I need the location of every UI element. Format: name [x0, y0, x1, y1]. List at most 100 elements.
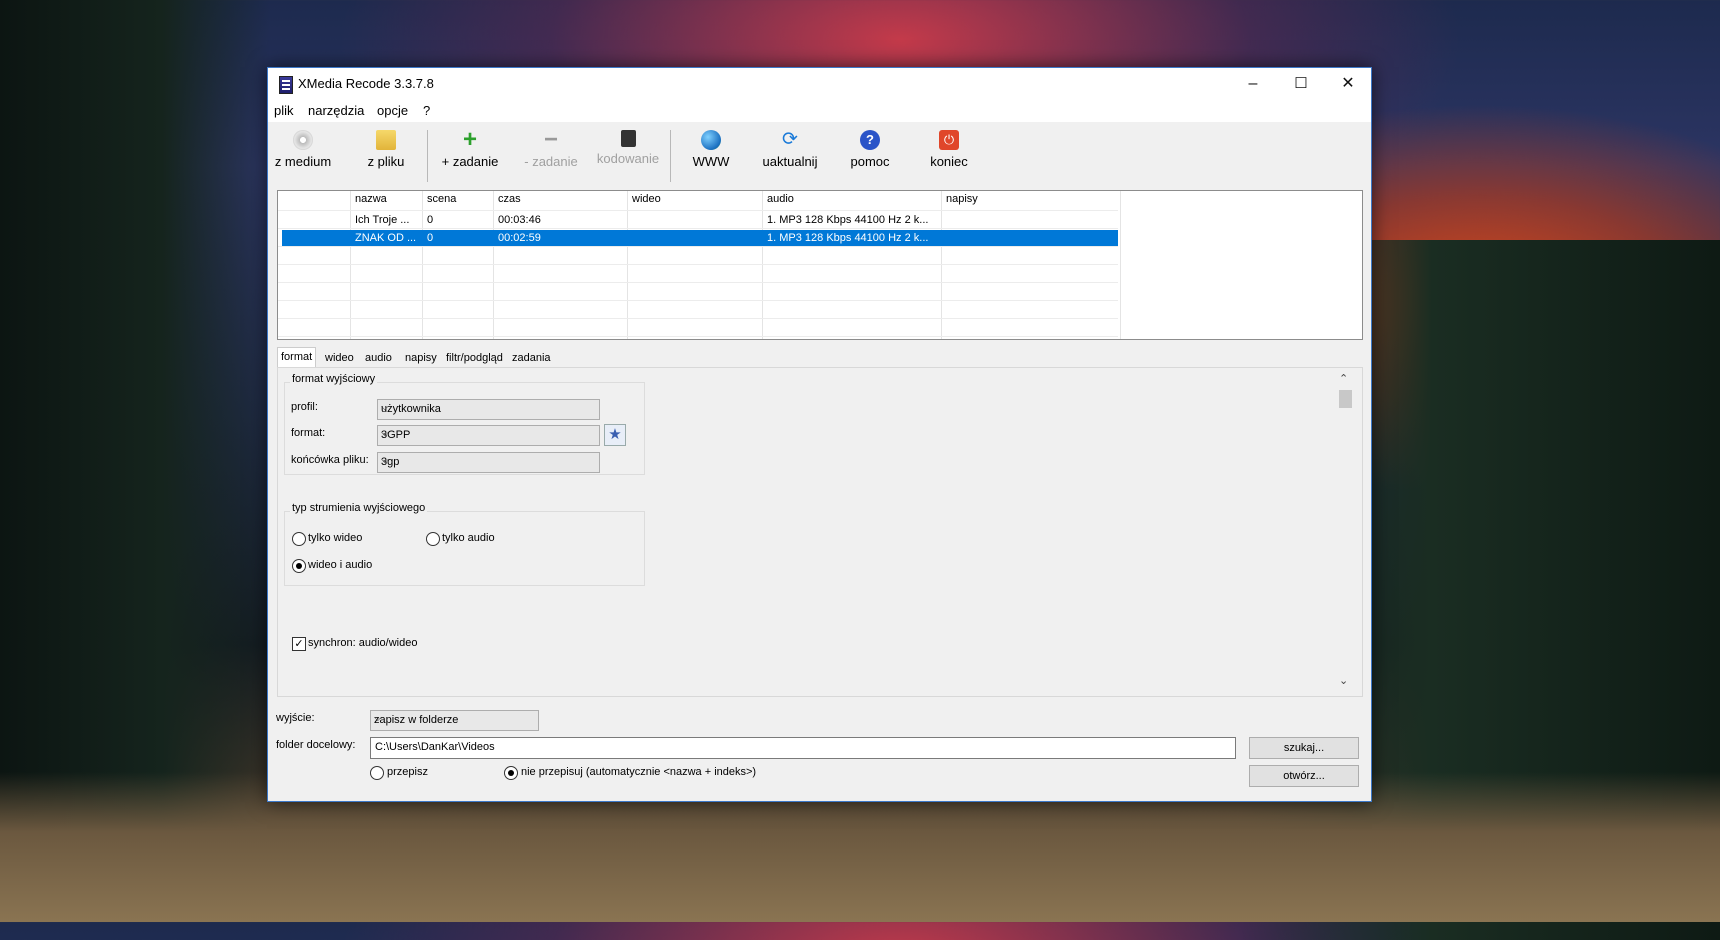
column-header-wideo[interactable]: wideo — [632, 193, 661, 205]
audio-only-label: tylko audio — [442, 532, 495, 544]
sync-checkbox[interactable]: ✓ — [292, 637, 306, 651]
video-audio-label: wideo i audio — [308, 559, 373, 571]
format-panel: format wyjściowy profil: użytkownika ⌵ f… — [277, 367, 1363, 697]
column-header-audio[interactable]: audio — [767, 193, 794, 205]
panel-scrollbar[interactable]: ⌃ ⌄ — [1337, 372, 1354, 692]
toolbar: z medium z pliku + + zadanie − - zadanie… — [268, 122, 1371, 182]
exit-button[interactable]: ⏻ koniec — [909, 126, 989, 169]
tab-filtr-podglad[interactable]: filtr/podgląd — [443, 349, 506, 367]
folder-value: C:\Users\DanKar\Videos — [375, 741, 495, 753]
close-button[interactable]: ✕ — [1325, 68, 1371, 100]
title-bar: XMedia Recode 3.3.7.8 – ☐ ✕ — [268, 68, 1371, 100]
cell-audio: 1. MP3 128 Kbps 44100 Hz 2 k... — [767, 214, 929, 226]
power-icon: ⏻ — [939, 130, 959, 150]
row-divider — [278, 282, 1118, 283]
row-divider — [278, 300, 1118, 301]
row-divider — [278, 228, 1118, 229]
format-select[interactable]: 3GPP ⌵ — [377, 425, 600, 446]
cell-nazwa: ZNAK OD ... — [355, 232, 417, 244]
cell-czas: 00:02:59 — [498, 232, 541, 244]
open-button[interactable]: otwórz... — [1249, 765, 1359, 787]
scroll-up-icon[interactable]: ⌃ — [1339, 372, 1348, 385]
folder-input[interactable]: C:\Users\DanKar\Videos — [370, 737, 1236, 759]
output-label: wyjście: — [276, 712, 315, 724]
disc-icon — [293, 130, 313, 150]
encode-button[interactable]: kodowanie — [588, 126, 668, 166]
chevron-down-icon: ⌵ — [374, 713, 382, 724]
audio-only-radio[interactable] — [426, 532, 440, 546]
update-button[interactable]: ⟳ uaktualnij — [750, 126, 830, 170]
column-header-scena[interactable]: scena — [427, 193, 456, 205]
globe-icon — [701, 130, 721, 150]
extension-select[interactable]: 3gp ⌵ — [377, 452, 600, 473]
encode-icon — [620, 130, 636, 147]
row-divider — [278, 210, 1118, 211]
question-icon: ? — [860, 130, 880, 150]
row-divider — [278, 264, 1118, 265]
www-button[interactable]: WWW — [671, 126, 751, 169]
row-divider — [278, 336, 1118, 337]
table-row[interactable]: Ich Troje ... 0 00:03:46 1. MP3 128 Kbps… — [282, 212, 1118, 228]
menu-plik[interactable]: plik — [274, 103, 294, 118]
tab-zadania[interactable]: zadania — [509, 349, 554, 367]
row-divider — [278, 318, 1118, 319]
encode-label: kodowanie — [596, 151, 660, 166]
overwrite-radio[interactable] — [370, 766, 384, 780]
cell-scena: 0 — [427, 214, 434, 226]
overwrite-label: przepisz — [387, 766, 428, 778]
plus-icon: + — [462, 126, 477, 153]
remove-job-button[interactable]: − - zadanie — [511, 126, 591, 170]
extension-label: końcówka pliku: — [291, 454, 369, 466]
xmedia-recode-window: XMedia Recode 3.3.7.8 – ☐ ✕ plik narzędz… — [267, 67, 1372, 802]
favorite-star-icon[interactable]: ★ — [604, 424, 626, 446]
output-select[interactable]: zapisz w folderze ⌵ — [370, 710, 539, 731]
chevron-down-icon: ⌵ — [381, 402, 389, 413]
output-format-group-label: format wyjściowy — [290, 373, 378, 385]
table-row-selected[interactable]: ZNAK OD ... 0 00:02:59 1. MP3 128 Kbps 4… — [282, 230, 1118, 246]
scroll-thumb[interactable] — [1339, 390, 1352, 408]
column-header-napisy[interactable]: napisy — [946, 193, 978, 205]
no-overwrite-radio[interactable] — [504, 766, 518, 780]
browse-button[interactable]: szukaj... — [1249, 737, 1359, 759]
tab-wideo[interactable]: wideo — [322, 349, 357, 367]
help-button[interactable]: ? pomoc — [830, 126, 910, 169]
tab-audio[interactable]: audio — [362, 349, 395, 367]
folder-label: folder docelowy: — [276, 739, 356, 751]
z-pliku-button[interactable]: z pliku — [346, 126, 426, 169]
tab-napisy[interactable]: napisy — [402, 349, 440, 367]
z-medium-label: z medium — [274, 154, 332, 169]
video-only-radio[interactable] — [292, 532, 306, 546]
remove-job-label: - zadanie — [524, 154, 578, 169]
sync-label: synchron: audio/wideo — [308, 637, 418, 649]
cell-scena: 0 — [427, 232, 434, 244]
column-header-nazwa[interactable]: nazwa — [355, 193, 387, 205]
z-pliku-label: z pliku — [367, 154, 405, 169]
menu-help[interactable]: ? — [423, 103, 430, 118]
folder-icon — [376, 130, 396, 150]
no-overwrite-label: nie przepisuj (automatycznie <nazwa + in… — [521, 766, 757, 778]
format-label: format: — [291, 427, 326, 439]
add-job-button[interactable]: + + zadanie — [430, 126, 510, 170]
video-audio-radio[interactable] — [292, 559, 306, 573]
menu-opcje[interactable]: opcje — [377, 103, 408, 118]
maximize-button[interactable]: ☐ — [1278, 68, 1324, 100]
tab-format[interactable]: format — [277, 347, 317, 368]
profile-label: profil: — [291, 401, 318, 413]
row-divider — [278, 246, 1118, 247]
profile-select[interactable]: użytkownika ⌵ — [377, 399, 600, 420]
column-header-czas[interactable]: czas — [498, 193, 521, 205]
column-divider — [1120, 191, 1121, 339]
menu-narzedzia[interactable]: narzędzia — [308, 103, 364, 118]
app-icon — [279, 76, 293, 94]
file-list[interactable]: nazwa scena czas wideo audio napisy Ich … — [277, 190, 1363, 340]
chevron-down-icon: ⌵ — [381, 428, 389, 439]
window-title: XMedia Recode 3.3.7.8 — [298, 76, 434, 91]
z-medium-button[interactable]: z medium — [263, 126, 343, 169]
menu-bar: plik narzędzia opcje ? — [268, 100, 1371, 122]
video-only-label: tylko wideo — [308, 532, 363, 544]
scroll-down-icon[interactable]: ⌄ — [1339, 674, 1348, 687]
stream-type-group — [284, 511, 645, 586]
minus-icon: − — [543, 126, 558, 153]
exit-label: koniec — [930, 154, 968, 169]
minimize-button[interactable]: – — [1230, 68, 1276, 100]
